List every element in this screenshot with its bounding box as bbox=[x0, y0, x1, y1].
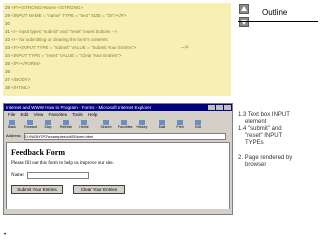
outline-item: 2. Page rendered by bbox=[238, 155, 293, 161]
outline-spacer bbox=[238, 147, 292, 155]
browser-titlebar: Internet and WWW How to Program - Forms … bbox=[4, 104, 232, 111]
code-line: 32 <!-- for submitting or clearing the f… bbox=[5, 37, 108, 42]
menu-favorites[interactable]: Favorites bbox=[49, 112, 68, 118]
address-input[interactable]: D:\IW3HTP2\examples\ch05\form.html bbox=[24, 133, 226, 140]
minimize-button[interactable] bbox=[208, 105, 215, 110]
line-number: 29 bbox=[5, 13, 11, 18]
browser-toolbar: Back Forward Stop Refresh Home Search Fa… bbox=[4, 119, 232, 131]
code-text: </P></FORM> bbox=[11, 61, 41, 66]
tool-label: Back bbox=[8, 125, 16, 129]
refresh-button[interactable]: Refresh bbox=[60, 120, 72, 130]
tool-label: Favorites bbox=[118, 125, 133, 129]
print-button[interactable]: Print bbox=[174, 120, 186, 130]
line-number: 30 bbox=[5, 21, 11, 26]
window-controls bbox=[207, 105, 231, 112]
outline-item: TYPEs bbox=[245, 140, 264, 146]
outline-item: 1.3 Text box INPUT bbox=[238, 112, 290, 118]
outline-item: element bbox=[245, 119, 267, 125]
menu-bar: File Edit View Favorites Tools Help bbox=[4, 112, 232, 118]
outline-list: 1.3 Text box INPUT element 1.4 "submit" … bbox=[238, 112, 292, 169]
edit-button[interactable]: Edit bbox=[192, 120, 204, 130]
code-text: <P><STRONG>Name </STRONG> bbox=[11, 5, 84, 10]
line-number: 35 bbox=[5, 61, 11, 66]
tool-label: Mail bbox=[158, 125, 166, 129]
tool-label: History bbox=[136, 125, 148, 129]
line-number: 36 bbox=[5, 69, 11, 74]
code-text: <!-- for submitting or clearing the form… bbox=[11, 37, 108, 42]
line-number: 38 bbox=[5, 85, 11, 90]
code-line: 35 </P></FORM> bbox=[5, 61, 41, 66]
code-text: <INPUT NAME = "name" TYPE = "text" SIZE … bbox=[11, 13, 127, 18]
maximize-button[interactable] bbox=[216, 105, 223, 110]
forward-button[interactable]: Forward bbox=[24, 120, 37, 130]
tool-label: Search bbox=[100, 125, 112, 129]
page-heading: Feedback Form bbox=[11, 148, 65, 157]
outline-item: "reset" INPUT bbox=[245, 133, 283, 139]
menu-edit[interactable]: Edit bbox=[21, 112, 29, 118]
browser-title: Internet and WWW How to Program - Forms … bbox=[6, 105, 152, 110]
tool-label: Print bbox=[176, 125, 184, 129]
page-content: Feedback Form Please fill out this form … bbox=[6, 142, 230, 210]
code-line: 30 bbox=[5, 21, 10, 26]
code-line: 38 </HTML> bbox=[5, 85, 30, 90]
callout-arrow: --> bbox=[181, 45, 189, 51]
code-text: <INPUT TYPE = "reset" VALUE = "Clear You… bbox=[11, 53, 122, 58]
code-text: <!-- input types "submit" and "reset" in… bbox=[11, 29, 118, 34]
tool-label: Forward bbox=[24, 125, 37, 129]
code-text: <P><INPUT TYPE = "submit" VALUE = "Submi… bbox=[11, 45, 137, 50]
code-text: </BODY> bbox=[11, 77, 31, 82]
tool-label: Refresh bbox=[60, 125, 73, 129]
name-label: Name: bbox=[11, 173, 25, 178]
line-number: 34 bbox=[5, 53, 11, 58]
arrow-up-icon bbox=[241, 6, 247, 11]
code-listing: 28 <P><STRONG>Name </STRONG> 29 <INPUT N… bbox=[3, 3, 231, 96]
outline-title: Outline bbox=[262, 8, 288, 17]
close-button[interactable] bbox=[224, 105, 231, 110]
tool-label: Edit bbox=[194, 125, 202, 129]
line-number: 37 bbox=[5, 77, 11, 82]
tool-label: Stop bbox=[44, 125, 52, 129]
menu-view[interactable]: View bbox=[34, 112, 44, 118]
name-text-field[interactable] bbox=[27, 172, 89, 179]
clear-button[interactable]: Clear Your Entries bbox=[73, 185, 125, 194]
line-number: 31 bbox=[5, 29, 11, 34]
status-bar bbox=[4, 209, 232, 213]
code-line: 37 </BODY> bbox=[5, 77, 31, 82]
line-number: 32 bbox=[5, 37, 11, 42]
code-line: 34 <INPUT TYPE = "reset" VALUE = "Clear … bbox=[5, 53, 121, 58]
outline-item: 1.4 "submit" and bbox=[238, 126, 282, 132]
address-bar: Address D:\IW3HTP2\examples\ch05\form.ht… bbox=[4, 133, 232, 140]
code-line: 31 <!-- input types "submit" and "reset"… bbox=[5, 29, 117, 34]
menu-help[interactable]: Help bbox=[88, 112, 97, 118]
code-text: </HTML> bbox=[11, 85, 31, 90]
address-label: Address bbox=[6, 133, 21, 138]
code-line: 29 <INPUT NAME = "name" TYPE = "text" SI… bbox=[5, 13, 126, 18]
slide-bullet: • bbox=[4, 232, 7, 238]
search-button[interactable]: Search bbox=[100, 120, 112, 130]
code-line: 33 <P><INPUT TYPE = "submit" VALUE = "Su… bbox=[5, 45, 136, 50]
favorites-button[interactable]: Favorites bbox=[118, 120, 133, 130]
menu-tools[interactable]: Tools bbox=[72, 112, 83, 118]
browser-window: Internet and WWW How to Program - Forms … bbox=[3, 103, 233, 215]
code-line: 36 bbox=[5, 69, 10, 74]
scroll-up-button[interactable] bbox=[239, 4, 249, 14]
line-number: 28 bbox=[5, 5, 11, 10]
submit-button[interactable]: Submit Your Entries bbox=[11, 185, 63, 194]
scroll-down-button[interactable] bbox=[239, 17, 249, 27]
code-line: 28 <P><STRONG>Name </STRONG> bbox=[5, 5, 83, 10]
back-button[interactable]: Back bbox=[6, 120, 18, 130]
history-button[interactable]: History bbox=[136, 120, 148, 130]
home-button[interactable]: Home bbox=[78, 120, 90, 130]
mail-button[interactable]: Mail bbox=[156, 120, 168, 130]
tool-label: Home bbox=[79, 125, 89, 129]
page-intro: Please fill out this form to help us imp… bbox=[11, 161, 114, 166]
menu-file[interactable]: File bbox=[8, 112, 15, 118]
outline-divider bbox=[238, 21, 318, 22]
stop-button[interactable]: Stop bbox=[42, 120, 54, 130]
outline-item: browser bbox=[245, 162, 267, 168]
line-number: 33 bbox=[5, 45, 11, 50]
